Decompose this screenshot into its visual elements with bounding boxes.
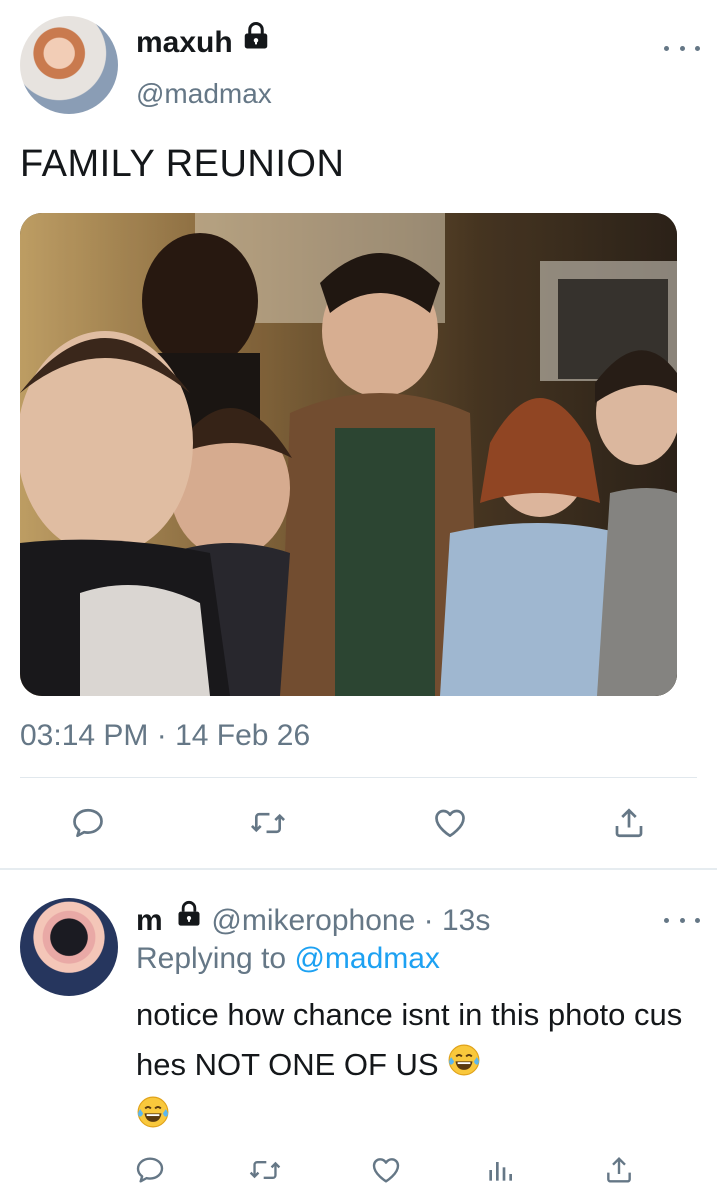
retweet-icon	[248, 1154, 282, 1191]
author-name-text: maxuh	[136, 26, 233, 59]
author-avatar[interactable]	[20, 16, 118, 114]
tweet-timestamp[interactable]: 03:14 PM · 14 Feb 26	[20, 718, 310, 754]
lock-icon	[175, 900, 203, 938]
reply-text: notice how chance isnt in this photo cus…	[136, 990, 696, 1144]
lock-icon	[241, 21, 271, 61]
tweet-separator	[0, 868, 717, 870]
author-display-name[interactable]: maxuh	[136, 21, 271, 64]
reply-button[interactable]	[66, 803, 110, 847]
retweet-icon	[249, 805, 287, 846]
reply-retweet-button[interactable]	[243, 1150, 287, 1194]
face-with-tears-of-joy-emoji	[447, 1042, 481, 1092]
reply-time-separator: ·	[423, 904, 434, 937]
share-icon	[603, 1154, 635, 1191]
replying-to-label: Replying to	[136, 942, 287, 975]
analytics-icon	[484, 1154, 516, 1191]
reply-author-name[interactable]: m	[136, 904, 163, 937]
like-button[interactable]	[428, 803, 472, 847]
more-icon[interactable]	[664, 908, 700, 932]
replying-to-line: Replying to @madmax	[136, 940, 440, 978]
reply-reply-button[interactable]	[128, 1150, 172, 1194]
reply-like-button[interactable]	[364, 1150, 408, 1194]
reply-author-avatar[interactable]	[20, 898, 118, 996]
replying-to-mention[interactable]: @madmax	[294, 942, 440, 975]
tweet-photo[interactable]	[20, 213, 677, 696]
share-button[interactable]	[607, 803, 651, 847]
face-with-tears-of-joy-emoji	[136, 1094, 170, 1144]
heart-icon	[370, 1154, 402, 1191]
retweet-button[interactable]	[246, 803, 290, 847]
reply-time[interactable]: 13s	[442, 904, 490, 937]
more-icon[interactable]	[664, 36, 700, 60]
author-handle[interactable]: @madmax	[136, 76, 272, 112]
heart-icon	[432, 805, 468, 846]
tweet-text: FAMILY REUNION	[20, 143, 345, 185]
share-icon	[611, 805, 647, 846]
reply-text-content: notice how chance isnt in this photo cus…	[136, 997, 683, 1082]
reply-icon	[70, 805, 106, 846]
divider	[20, 777, 697, 778]
reply-analytics-button[interactable]	[478, 1150, 522, 1194]
reply-share-button[interactable]	[597, 1150, 641, 1194]
reply-author-handle[interactable]: @mikerophone	[211, 904, 415, 937]
reply-icon	[134, 1154, 166, 1191]
reply-header: m @mikerophone · 13s	[136, 900, 490, 941]
